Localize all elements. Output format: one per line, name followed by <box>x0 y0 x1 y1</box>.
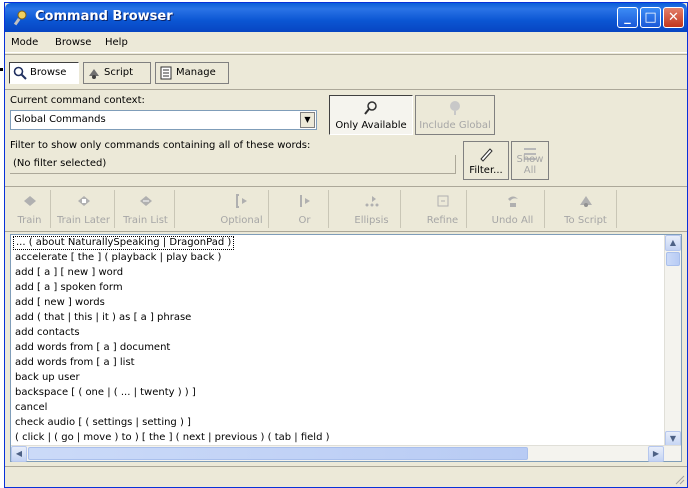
optional-button[interactable]: Optional <box>215 190 269 228</box>
list-item[interactable]: add [ a ] spoken form <box>15 282 123 294</box>
tab-browse-label: Browse <box>30 67 67 78</box>
list-item[interactable]: add [ a ] [ new ] word <box>15 267 123 279</box>
title-bar[interactable]: Command Browser _ □ ✕ <box>5 3 687 32</box>
train-later-icon <box>77 196 90 206</box>
filter-label: Filter to show only commands containing … <box>10 140 311 151</box>
train-later-label: Train Later <box>56 215 111 226</box>
train-icon <box>23 196 36 206</box>
resize-grip-icon[interactable] <box>673 473 685 485</box>
list-item[interactable]: add words from [ a ] document <box>15 342 170 354</box>
horizontal-scrollbar[interactable]: ◀ ▶ <box>11 445 681 462</box>
to-script-label: To Script <box>564 215 607 226</box>
train-later-button[interactable]: Train Later <box>53 190 115 228</box>
filter-button[interactable]: Filter... <box>463 141 509 180</box>
include-global-label: Include Global <box>419 120 491 131</box>
close-icon: ✕ <box>668 10 679 25</box>
undo-all-icon <box>507 196 518 207</box>
train-button[interactable]: Train <box>9 190 51 228</box>
menu-bar: Mode Browse Help <box>5 33 687 53</box>
include-global-button[interactable]: Include Global <box>415 95 495 135</box>
undo-all-label: Undo All <box>491 215 534 226</box>
manage-icon <box>160 66 172 80</box>
optional-label: Optional <box>220 215 263 226</box>
command-list[interactable]: ... ( about NaturallySpeaking | DragonPa… <box>10 234 682 462</box>
list-item[interactable]: add contacts <box>15 327 80 339</box>
tab-manage-label: Manage <box>176 67 216 78</box>
vertical-scroll-thumb[interactable] <box>666 252 680 266</box>
script-icon <box>89 69 99 79</box>
only-available-button[interactable]: Only Available <box>329 95 413 135</box>
context-value: Global Commands <box>14 114 106 125</box>
filter-button-label: Filter... <box>469 165 503 176</box>
undo-all-button[interactable]: Undo All <box>481 190 545 228</box>
refine-icon <box>437 195 448 207</box>
filter-display: (No filter selected) <box>10 155 456 174</box>
window-title: Command Browser <box>35 9 173 24</box>
train-label: Train <box>17 215 42 226</box>
tab-script[interactable]: Script <box>83 62 151 84</box>
horizontal-scroll-thumb[interactable] <box>28 447 528 460</box>
list-item[interactable]: add ( that | this | it ) as [ a ] phrase <box>15 312 191 324</box>
filter-value: (No filter selected) <box>13 158 107 169</box>
chevron-down-icon[interactable]: ▼ <box>300 112 315 128</box>
close-button[interactable]: ✕ <box>663 7 684 28</box>
minimize-button[interactable]: _ <box>617 7 638 28</box>
globe-mic-icon <box>450 101 460 115</box>
status-bar <box>5 466 687 487</box>
screen-artifact <box>0 68 3 71</box>
scroll-up-icon[interactable]: ▲ <box>665 235 681 251</box>
to-script-button[interactable]: To Script <box>555 190 617 228</box>
menu-help[interactable]: Help <box>105 37 128 48</box>
list-item[interactable]: cancel <box>15 402 47 414</box>
context-select[interactable]: Global Commands ▼ <box>10 110 317 130</box>
tab-browse[interactable]: Browse <box>9 62 79 84</box>
ellipsis-icon <box>365 196 378 207</box>
menu-browse[interactable]: Browse <box>55 37 91 48</box>
show-all-button[interactable]: Show All <box>511 141 549 180</box>
list-item[interactable]: backspace [ ( one | ( ... | twenty ) ) ] <box>15 387 196 399</box>
or-icon <box>299 195 310 207</box>
list-item[interactable]: accelerate [ the ] ( playback | play bac… <box>15 252 221 264</box>
command-toolbar: Train Train Later Train List Optional Or… <box>5 186 687 232</box>
context-label: Current command context: <box>10 95 145 106</box>
refine-label: Refine <box>426 215 459 226</box>
optional-icon <box>235 194 247 208</box>
to-script-icon <box>579 196 592 207</box>
only-available-label: Only Available <box>335 120 407 131</box>
scroll-left-icon[interactable]: ◀ <box>11 446 27 462</box>
microphone-icon <box>13 10 27 26</box>
list-item[interactable]: back up user <box>15 372 80 384</box>
menu-mode[interactable]: Mode <box>11 37 38 48</box>
list-item[interactable]: ... ( about NaturallySpeaking | DragonPa… <box>12 236 235 250</box>
show-all-label: Show All <box>516 154 544 176</box>
train-list-button[interactable]: Train List <box>117 190 175 228</box>
train-list-label: Train List <box>123 215 168 226</box>
ellipsis-label: Ellipsis <box>354 215 389 226</box>
list-item[interactable]: ( click | ( go | move ) to ) [ the ] ( n… <box>15 432 330 444</box>
minimize-icon: _ <box>624 10 631 25</box>
ellipsis-button[interactable]: Ellipsis <box>343 190 401 228</box>
vertical-scrollbar[interactable]: ▲ ▼ <box>664 235 681 447</box>
mic-search-icon <box>364 101 377 115</box>
or-button[interactable]: Or <box>281 190 329 228</box>
list-item[interactable]: add [ new ] words <box>15 297 105 309</box>
maximize-icon: □ <box>644 10 657 25</box>
refine-button[interactable]: Refine <box>419 190 467 228</box>
command-browser-window: Command Browser _ □ ✕ Mode Browse Help B… <box>4 2 688 488</box>
mode-tabs: Browse Script Manage <box>5 54 687 90</box>
maximize-button[interactable]: □ <box>640 7 661 28</box>
tab-manage[interactable]: Manage <box>155 62 229 84</box>
train-list-icon <box>139 196 152 206</box>
list-item[interactable]: add words from [ a ] list <box>15 357 135 369</box>
tab-script-label: Script <box>104 67 134 78</box>
or-label: Or <box>298 215 311 226</box>
list-item[interactable]: check audio [ ( settings | setting ) ] <box>15 417 191 429</box>
magnifier-icon <box>13 66 27 80</box>
scroll-right-icon[interactable]: ▶ <box>648 446 664 462</box>
pencil-icon <box>480 148 493 162</box>
